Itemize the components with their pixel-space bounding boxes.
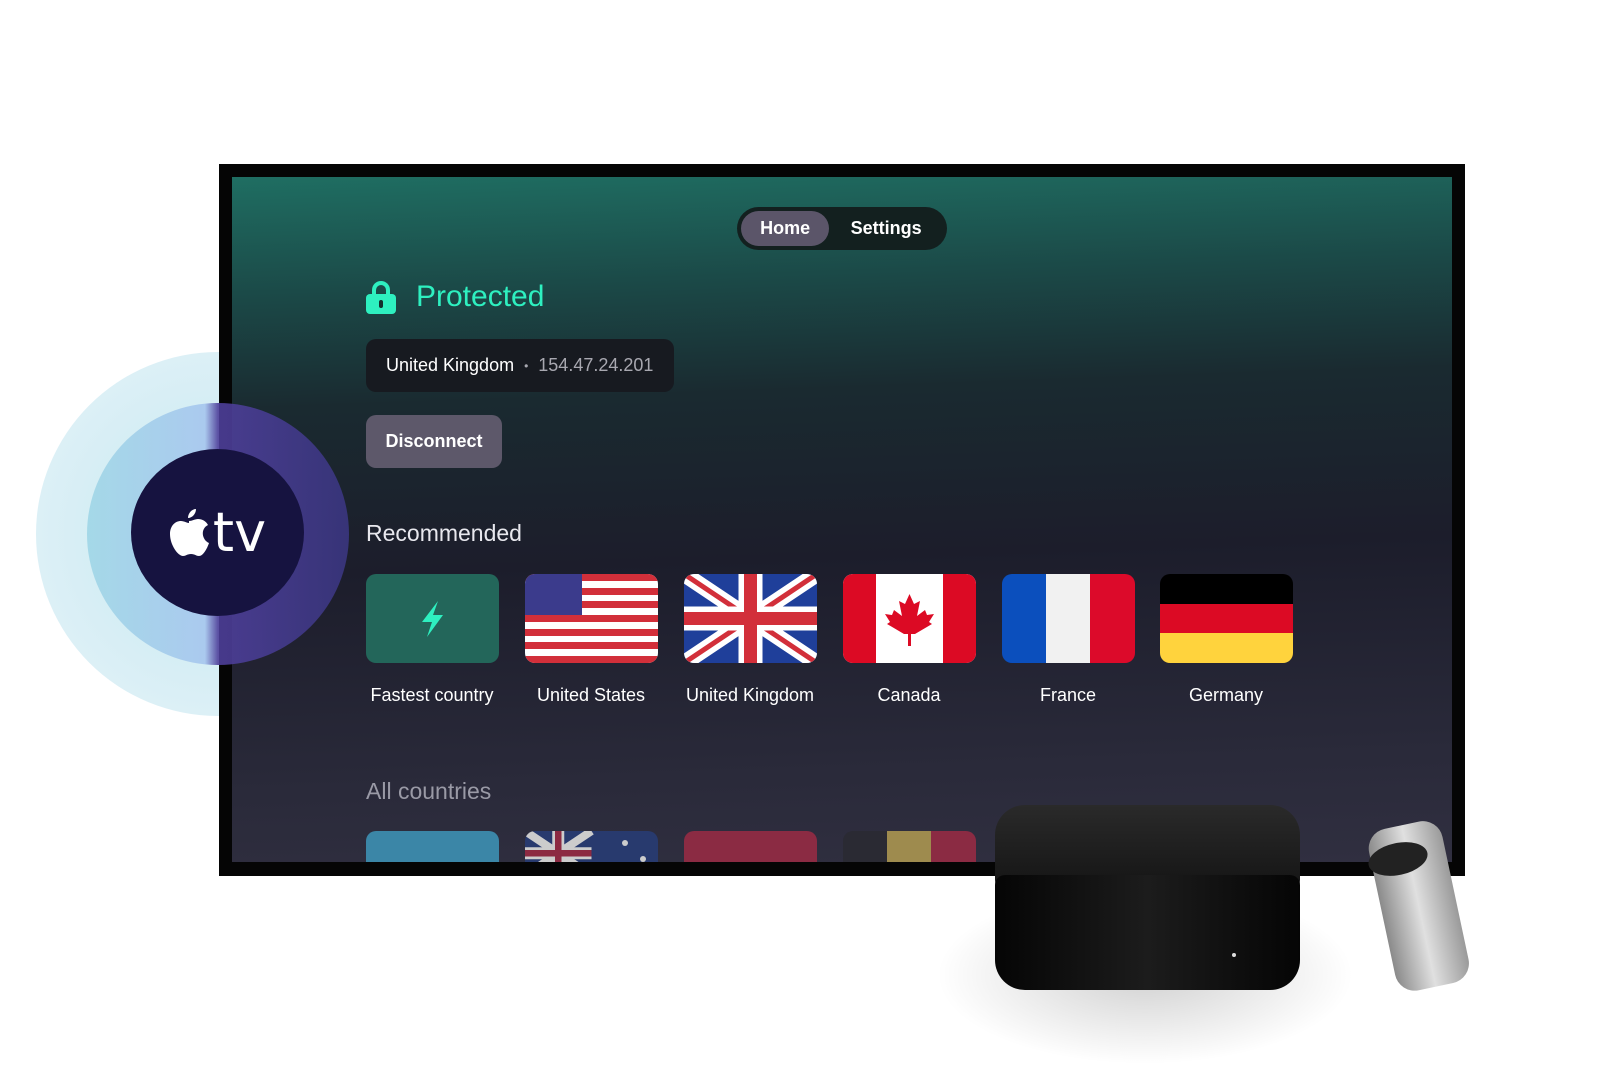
de-flag-icon [1160, 574, 1293, 663]
tile-country[interactable] [684, 831, 817, 862]
tile-france[interactable] [1002, 574, 1135, 663]
tile-label: France [1039, 685, 1097, 705]
apple-tv-logo: tv [131, 449, 304, 616]
tv-bezel: Home Settings Protected United Kingdom •… [219, 164, 1465, 876]
gb-flag-icon [684, 574, 817, 663]
au-flag-icon [525, 831, 658, 862]
tile-country[interactable] [366, 831, 499, 862]
apple-icon [169, 508, 209, 556]
tv-screen: Home Settings Protected United Kingdom •… [232, 177, 1452, 862]
tile-label: United Kingdom [685, 685, 815, 705]
protection-status: Protected [366, 280, 544, 314]
tile-label: United States [536, 685, 646, 705]
disconnect-button[interactable]: Disconnect [366, 415, 502, 468]
connection-info: United Kingdom • 154.47.24.201 [366, 339, 674, 392]
status-label: Protected [416, 280, 545, 313]
top-nav: Home Settings [737, 207, 947, 250]
tile-label: Fastest country [370, 685, 494, 705]
separator: • [524, 358, 529, 373]
all-countries-heading: All countries [366, 778, 492, 804]
tile-belgium[interactable] [843, 831, 976, 862]
tile-australia[interactable] [525, 831, 658, 862]
fr-flag-icon [1002, 574, 1135, 663]
lightning-icon [422, 601, 443, 637]
us-flag-icon [525, 574, 658, 663]
be-flag-icon [843, 831, 976, 862]
connected-country: United Kingdom [386, 355, 515, 375]
tab-home[interactable]: Home [741, 211, 830, 246]
tile-canada[interactable] [843, 574, 976, 663]
tile-united-states[interactable] [525, 574, 658, 663]
tab-settings[interactable]: Settings [829, 211, 943, 246]
ca-flag-icon [843, 574, 976, 663]
tile-fastest-country[interactable] [366, 574, 499, 663]
tile-germany[interactable] [1160, 574, 1293, 663]
tile-label: Canada [877, 685, 941, 705]
recommended-heading: Recommended [366, 520, 522, 546]
tile-label: Germany [1188, 685, 1264, 705]
apple-tv-remote [1340, 817, 1485, 998]
lock-icon [366, 281, 396, 314]
tile-united-kingdom[interactable] [684, 574, 817, 663]
apple-tv-device [935, 805, 1355, 1065]
ip-address: 154.47.24.201 [538, 355, 654, 375]
